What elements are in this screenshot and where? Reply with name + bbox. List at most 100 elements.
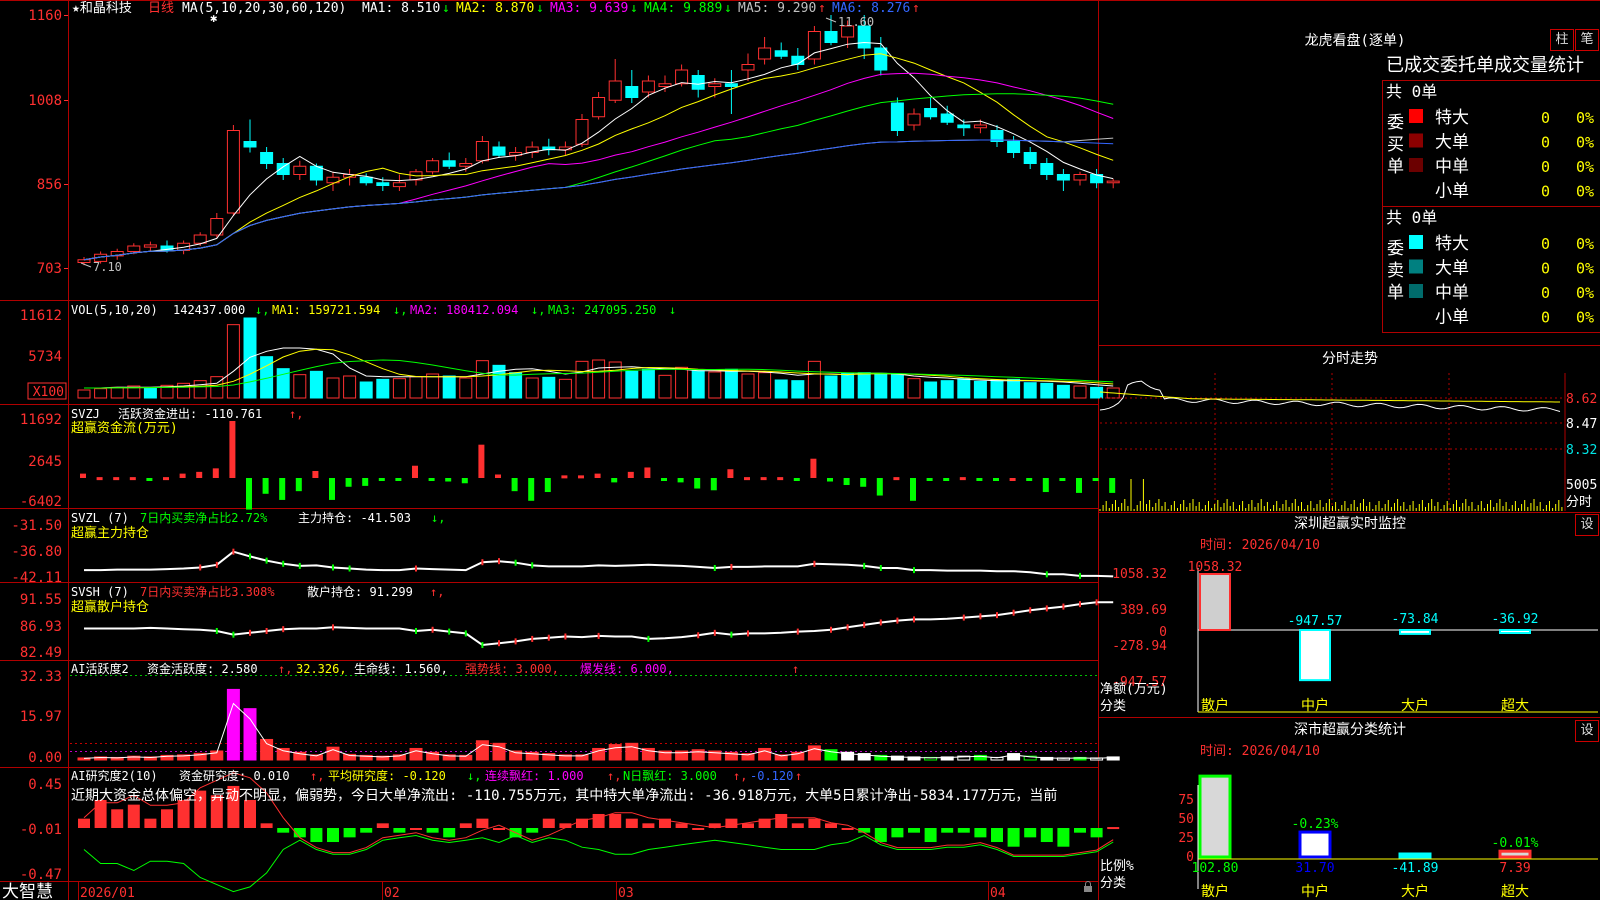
svzl-line-path-tick	[531, 562, 534, 569]
volume-bar	[675, 366, 689, 399]
candle-body	[940, 113, 954, 123]
buy-swatch	[1409, 158, 1423, 172]
buy-name: 小单	[1435, 182, 1469, 202]
ai-research-bar	[825, 823, 837, 828]
svzl-line-path-tick	[498, 558, 500, 565]
svzl-line-path-tick	[332, 564, 334, 571]
candle-body	[243, 141, 257, 148]
svsh-line-path-tick	[1079, 601, 1081, 608]
svzl-line-path-tick	[215, 561, 218, 568]
lock-icon[interactable]	[1084, 886, 1092, 892]
svzl-line-path-tick	[298, 562, 301, 569]
price-tick-3: 856	[37, 177, 62, 193]
svsh-line-path-tick	[713, 629, 716, 636]
aires-t4: N日飘红: 3.000	[623, 768, 717, 783]
ai-research-bar	[161, 809, 173, 828]
category-tick-2: 50	[1178, 812, 1194, 827]
svzl-line-path	[84, 550, 1114, 578]
category-tick-1: 75	[1178, 793, 1194, 808]
candle-body	[758, 47, 772, 60]
candle-body	[392, 182, 406, 188]
sell-count: 0	[1541, 284, 1550, 302]
ai-research-bar	[625, 818, 638, 828]
svzj-bar	[843, 478, 850, 486]
svsh-line-path-tick	[830, 626, 832, 633]
svzj-bar	[544, 478, 551, 493]
ai-research-bar	[692, 828, 705, 830]
svzl-line-path-tick	[232, 548, 235, 555]
aiact-name: AI活跃度2	[71, 661, 129, 676]
ma-info-1: MA1: 8.510	[362, 1, 440, 16]
monitor-value-label: -73.84	[1392, 612, 1439, 627]
volume-bar	[857, 372, 871, 399]
ai-active-bars	[77, 688, 1120, 761]
svsh-line-path-tick	[796, 628, 799, 635]
volume-bar	[758, 372, 772, 399]
column-view-button[interactable]: 柱	[1550, 29, 1574, 51]
svzj-bar	[1026, 478, 1033, 481]
ai-research-bar	[327, 828, 339, 843]
volume-bar	[409, 376, 423, 399]
ma-param: MA(5,10,20,30,60,120)	[182, 1, 346, 16]
brand-logo: 大智慧	[2, 882, 53, 900]
svsh-arrow: ↑,	[430, 585, 444, 599]
aires-t1: 资金研究度: 0.010	[179, 768, 290, 783]
category-value-label: 7.39	[1499, 861, 1530, 876]
aiact-marker: ↑	[792, 662, 799, 676]
ai-research-bar	[1107, 827, 1120, 830]
svzj-bar	[511, 478, 518, 492]
ai-research-bar	[94, 799, 107, 828]
category-name-label: 超大	[1501, 884, 1529, 900]
vol-ma1-arrow: ↓,	[393, 303, 407, 317]
volume-bar	[243, 317, 257, 399]
svsh-line-path-tick	[896, 617, 899, 624]
monitor-bar	[1199, 573, 1231, 631]
svsh-line-path-tick	[431, 626, 434, 633]
svzj-bars	[80, 421, 1116, 510]
svzj-bar	[179, 473, 186, 478]
svzj-bar	[611, 478, 618, 483]
aires-a5: ↑	[795, 769, 802, 783]
svzl-line-path-tick	[265, 557, 268, 564]
aires-a2: ↓,	[467, 769, 481, 783]
ai-research-bar	[310, 828, 323, 843]
sell-name: 特大	[1435, 234, 1469, 254]
candle-body	[143, 244, 157, 248]
volume-bar	[791, 380, 805, 399]
svsh-line-path-tick	[332, 624, 334, 631]
buy-name: 大单	[1435, 133, 1469, 153]
tick-view-button[interactable]: 笔	[1575, 29, 1599, 51]
svzj-bar	[528, 478, 535, 501]
lhb-tabs-text[interactable]: 已成交委托单成交量统计	[1386, 55, 1584, 76]
category-settings-button[interactable]: 设	[1575, 720, 1599, 742]
ai-research-bar	[244, 799, 256, 828]
volume-bar	[309, 370, 323, 399]
candle-body	[608, 80, 622, 101]
date-label-1: 2026/01	[80, 886, 135, 900]
category-tick-4: 0	[1186, 850, 1194, 865]
ma-info-arrow-4: ↓	[724, 1, 732, 16]
aiact-t4: 强势线: 3.000,	[465, 662, 559, 676]
category-ylabel: 比例%	[1100, 859, 1134, 874]
monitor-settings-button[interactable]: 设	[1575, 514, 1599, 536]
ai-active-bar	[243, 708, 257, 761]
ai-active-bar	[758, 747, 772, 761]
svsh-name: SVSH (7)	[71, 585, 129, 599]
candle-body	[708, 83, 722, 87]
category-name-label: 散户	[1201, 883, 1229, 900]
svsh-pct: 7日内买卖净占比3.308%	[140, 584, 275, 599]
monitor-bar	[1499, 629, 1531, 634]
sell-count: 0	[1541, 260, 1550, 278]
ai-research-bar	[526, 828, 539, 833]
aires-name: AI研究度2(10)	[71, 768, 158, 783]
category-xlabel: 分类	[1100, 876, 1126, 891]
vol-tick-2: 5734	[28, 349, 62, 365]
stock-title: ★和晶科技	[72, 1, 132, 16]
monitor-category-label: 超大	[1501, 698, 1529, 714]
low-marker	[80, 262, 92, 268]
lhb-title: 龙虎看盘(逐单)	[1305, 32, 1406, 49]
ai-research-bar	[725, 818, 738, 828]
svsh-line-path-tick	[481, 642, 484, 649]
buy-name: 中单	[1435, 157, 1469, 177]
buy-swatch	[1409, 109, 1423, 123]
